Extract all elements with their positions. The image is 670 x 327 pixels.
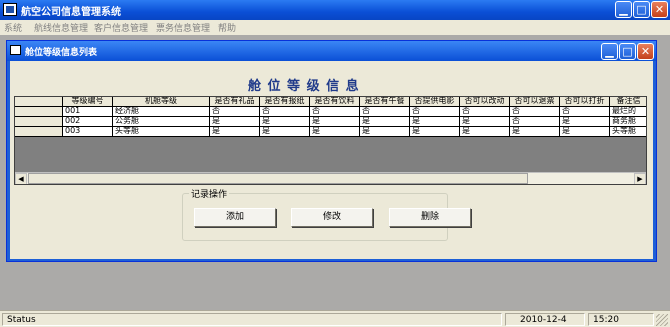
table-cell[interactable]: 是 [560, 117, 610, 127]
table-cell[interactable]: 经济舱 [113, 107, 210, 117]
column-header: 否可以退票 [510, 97, 560, 107]
menu-system[interactable]: 系统 [4, 21, 22, 34]
app-icon [3, 3, 17, 16]
status-time-panel: 15:20 [588, 313, 654, 326]
column-header: 是否有礼品 [210, 97, 260, 107]
minimize-button[interactable]: ▁ [615, 1, 632, 18]
table-cell[interactable]: 否 [510, 107, 560, 117]
table-cell[interactable]: 003 [63, 127, 113, 137]
table-cell[interactable]: 头等舱 [113, 127, 210, 137]
table-cell[interactable]: 否 [460, 107, 510, 117]
child-maximize-button[interactable]: □ [619, 43, 636, 60]
table-cell[interactable]: 是 [360, 117, 410, 127]
table-cell[interactable]: 002 [63, 117, 113, 127]
table-cell[interactable]: 否 [210, 107, 260, 117]
child-client-area: 舱 位 等 级 信 息 等级编号 机舱等级 是否有礼品 是否有报纸 是否有饮料 是否有午餐… [10, 61, 653, 259]
table-cell[interactable]: 是 [460, 127, 510, 137]
record-operations-label: 记录操作 [189, 187, 230, 200]
table-cell[interactable]: 是 [210, 127, 260, 137]
maximize-button[interactable]: □ [633, 1, 650, 18]
column-header: 否可以改动 [460, 97, 510, 107]
table-cell[interactable]: 最烂的 [610, 107, 646, 117]
status-time: 15:20 [593, 315, 619, 325]
column-header: 机舱等级 [113, 97, 210, 107]
child-window-title: 舱位等级信息列表 [25, 48, 98, 58]
child-minimize-button[interactable]: ▁ [601, 43, 618, 60]
status-text: Status [7, 315, 36, 325]
column-header: 否提供电影 [410, 97, 460, 107]
child-close-button[interactable]: ✕ [637, 43, 654, 60]
delete-button[interactable]: 删除 [389, 208, 471, 227]
edit-button[interactable]: 修改 [291, 208, 373, 227]
table-cell[interactable]: 否 [410, 107, 460, 117]
add-button[interactable]: 添加 [194, 208, 276, 227]
table-cell[interactable]: 头等舱 [610, 127, 646, 137]
main-title-bar: 航空公司信息管理系统 ▁ □ ✕ [0, 0, 670, 20]
menu-help[interactable]: 帮助 [218, 21, 236, 34]
column-header: 是否有午餐 [360, 97, 410, 107]
table-cell[interactable]: 是 [410, 127, 460, 137]
menu-customer-info[interactable]: 客户信息管理 [94, 21, 148, 34]
child-window-icon [10, 45, 21, 55]
column-header [15, 97, 63, 107]
table-cell[interactable]: 否 [260, 107, 310, 117]
table-cell[interactable]: 是 [260, 127, 310, 137]
record-operations-group: 记录操作 添加 修改 删除 [182, 187, 471, 241]
row-selector[interactable] [15, 107, 63, 117]
row-selector[interactable] [15, 127, 63, 137]
table-cell[interactable]: 是 [460, 117, 510, 127]
table-cell[interactable]: 公务舱 [113, 117, 210, 127]
column-header: 是否有饮料 [310, 97, 360, 107]
table-cell[interactable]: 否 [510, 117, 560, 127]
horizontal-scrollbar[interactable]: ◀ ▶ [15, 172, 646, 184]
column-header: 否可以打折 [560, 97, 610, 107]
status-bar: Status 2010-12-4 15:20 [0, 310, 670, 327]
table-cell[interactable]: 是 [360, 127, 410, 137]
table-cell[interactable]: 是 [510, 127, 560, 137]
table-cell[interactable]: 是 [310, 127, 360, 137]
column-header: 是否有报纸 [260, 97, 310, 107]
list-heading: 舱 位 等 级 信 息 [248, 79, 360, 94]
child-title-bar: 舱位等级信息列表 ▁ □ ✕ [7, 41, 656, 61]
resize-grip-icon[interactable] [656, 314, 668, 326]
menu-bar: 系统 航线信息管理 客户信息管理 票务信息管理 帮助 [0, 20, 670, 35]
table-cell[interactable]: 是 [260, 117, 310, 127]
menu-ticket-info[interactable]: 票务信息管理 [156, 21, 210, 34]
column-header: 等级编号 [63, 97, 113, 107]
scroll-thumb[interactable] [28, 173, 528, 184]
table-cell[interactable]: 是 [410, 117, 460, 127]
table-cell[interactable]: 商务舱 [610, 117, 646, 127]
child-window: 舱位等级信息列表 ▁ □ ✕ 舱 位 等 级 信 息 等级编号 机舱等级 是否有礼品… [6, 40, 657, 262]
table-cell[interactable]: 是 [210, 117, 260, 127]
data-grid[interactable]: 等级编号 机舱等级 是否有礼品 是否有报纸 是否有饮料 是否有午餐 否提供电影 否可以改动 否可… [14, 96, 647, 185]
menu-route-info[interactable]: 航线信息管理 [34, 21, 88, 34]
scroll-right-arrow[interactable]: ▶ [634, 173, 646, 184]
status-date: 2010-12-4 [520, 315, 567, 325]
table-cell[interactable]: 是 [560, 127, 610, 137]
table-cell[interactable]: 是 [310, 117, 360, 127]
table-cell[interactable]: 否 [310, 107, 360, 117]
status-text-panel: Status [2, 313, 502, 326]
table-cell[interactable]: 否 [560, 107, 610, 117]
status-date-panel: 2010-12-4 [505, 313, 585, 326]
scroll-left-arrow[interactable]: ◀ [15, 173, 27, 184]
table-cell[interactable]: 001 [63, 107, 113, 117]
close-button[interactable]: ✕ [651, 1, 668, 18]
row-selector[interactable] [15, 117, 63, 127]
main-window-title: 航空公司信息管理系统 [21, 7, 121, 18]
column-header: 备注信 [610, 97, 646, 107]
table-cell[interactable]: 否 [360, 107, 410, 117]
